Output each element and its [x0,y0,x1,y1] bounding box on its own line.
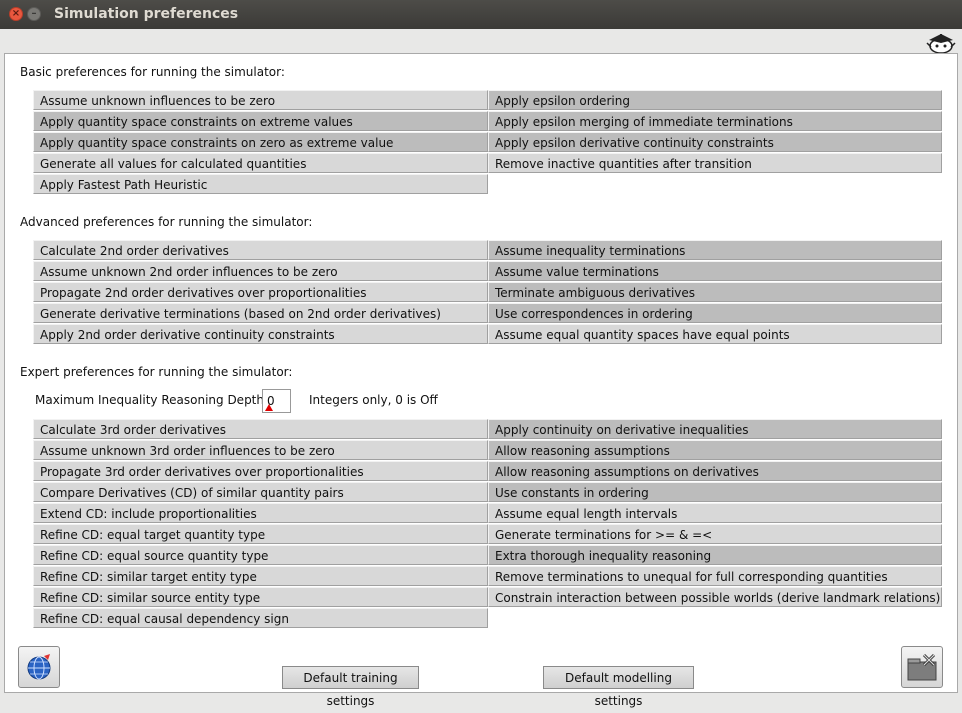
option-assume-unknown-influences-to-be-zero[interactable]: Assume unknown influences to be zero [33,90,488,110]
option-remove-inactive-quantities-after-transition[interactable]: Remove inactive quantities after transit… [488,153,942,173]
help-button[interactable] [18,646,60,688]
option-assume-equal-length-intervals[interactable]: Assume equal length intervals [488,503,942,523]
option-assume-unknown-2nd-order-influences-to-be-zero[interactable]: Assume unknown 2nd order influences to b… [33,261,488,281]
option-assume-inequality-terminations[interactable]: Assume inequality terminations [488,240,942,260]
option-calculate-3rd-order-derivatives[interactable]: Calculate 3rd order derivatives [33,419,488,439]
option-propagate-3rd-order-derivatives-over-proportionalities[interactable]: Propagate 3rd order derivatives over pro… [33,461,488,481]
option-generate-terminations-for[interactable]: Generate terminations for >= & =< [488,524,942,544]
option-refine-cd-equal-causal-dependency-sign[interactable]: Refine CD: equal causal dependency sign [33,608,488,628]
option-allow-reasoning-assumptions-on-derivatives[interactable]: Allow reasoning assumptions on derivativ… [488,461,942,481]
window-title: Simulation preferences [54,6,239,22]
option-apply-epsilon-ordering[interactable]: Apply epsilon ordering [488,90,942,110]
option-assume-unknown-3rd-order-influences-to-be-zero[interactable]: Assume unknown 3rd order influences to b… [33,440,488,460]
option-compare-derivatives-cd-of-similar-quantity-pairs[interactable]: Compare Derivatives (CD) of similar quan… [33,482,488,502]
title-bar: × – Simulation preferences [0,0,962,29]
section-expert-heading: Expert preferences for running the simul… [20,365,293,379]
section-basic-heading: Basic preferences for running the simula… [20,65,285,79]
option-apply-quantity-space-constraints-on-zero-as-extreme-value[interactable]: Apply quantity space constraints on zero… [33,132,488,152]
depth-label: Maximum Inequality Reasoning Depth: [35,393,269,407]
globe-help-icon [27,654,51,680]
close-folder-icon [907,653,937,681]
option-apply-fastest-path-heuristic[interactable]: Apply Fastest Path Heuristic [33,174,488,194]
option-use-correspondences-in-ordering[interactable]: Use correspondences in ordering [488,303,942,323]
close-button[interactable] [901,646,943,688]
minimize-icon: – [31,8,37,19]
option-use-constants-in-ordering[interactable]: Use constants in ordering [488,482,942,502]
option-assume-value-terminations[interactable]: Assume value terminations [488,261,942,281]
option-remove-terminations-to-unequal-for-full-corresponding-quantities[interactable]: Remove terminations to unequal for full … [488,566,942,586]
option-generate-derivative-terminations-based-on-2nd-order-derivatives[interactable]: Generate derivative terminations (based … [33,303,488,323]
window-close-button[interactable]: × [9,7,23,21]
option-refine-cd-similar-target-entity-type[interactable]: Refine CD: similar target entity type [33,566,488,586]
depth-hint: Integers only, 0 is Off [309,393,438,407]
option-constrain-interaction-between-possible-worlds-derive-landmark-relations[interactable]: Constrain interaction between possible w… [488,587,942,607]
option-apply-continuity-on-derivative-inequalities[interactable]: Apply continuity on derivative inequalit… [488,419,942,439]
option-refine-cd-equal-target-quantity-type[interactable]: Refine CD: equal target quantity type [33,524,488,544]
option-generate-all-values-for-calculated-quantities[interactable]: Generate all values for calculated quant… [33,153,488,173]
option-propagate-2nd-order-derivatives-over-proportionalities[interactable]: Propagate 2nd order derivatives over pro… [33,282,488,302]
option-refine-cd-similar-source-entity-type[interactable]: Refine CD: similar source entity type [33,587,488,607]
caret-icon [265,404,273,411]
option-apply-epsilon-merging-of-immediate-terminations[interactable]: Apply epsilon merging of immediate termi… [488,111,942,131]
default-training-button[interactable]: Default training settings [282,666,419,708]
option-allow-reasoning-assumptions[interactable]: Allow reasoning assumptions [488,440,942,460]
option-terminate-ambiguous-derivatives[interactable]: Terminate ambiguous derivatives [488,282,942,302]
section-advanced-heading: Advanced preferences for running the sim… [20,215,313,229]
close-icon: × [11,8,21,19]
mascot-icon [926,34,956,53]
option-apply-2nd-order-derivative-continuity-constraints[interactable]: Apply 2nd order derivative continuity co… [33,324,488,344]
option-extra-thorough-inequality-reasoning[interactable]: Extra thorough inequality reasoning [488,545,942,565]
option-refine-cd-equal-source-quantity-type[interactable]: Refine CD: equal source quantity type [33,545,488,565]
depth-input[interactable]: 0 [262,389,291,413]
option-assume-equal-quantity-spaces-have-equal-points[interactable]: Assume equal quantity spaces have equal … [488,324,942,344]
option-extend-cd-include-proportionalities[interactable]: Extend CD: include proportionalities [33,503,488,523]
option-calculate-2nd-order-derivatives[interactable]: Calculate 2nd order derivatives [33,240,488,260]
option-apply-epsilon-derivative-continuity-constraints[interactable]: Apply epsilon derivative continuity cons… [488,132,942,152]
window-minimize-button[interactable]: – [27,7,41,21]
default-modelling-button[interactable]: Default modelling settings [543,666,694,708]
option-apply-quantity-space-constraints-on-extreme-values[interactable]: Apply quantity space constraints on extr… [33,111,488,131]
